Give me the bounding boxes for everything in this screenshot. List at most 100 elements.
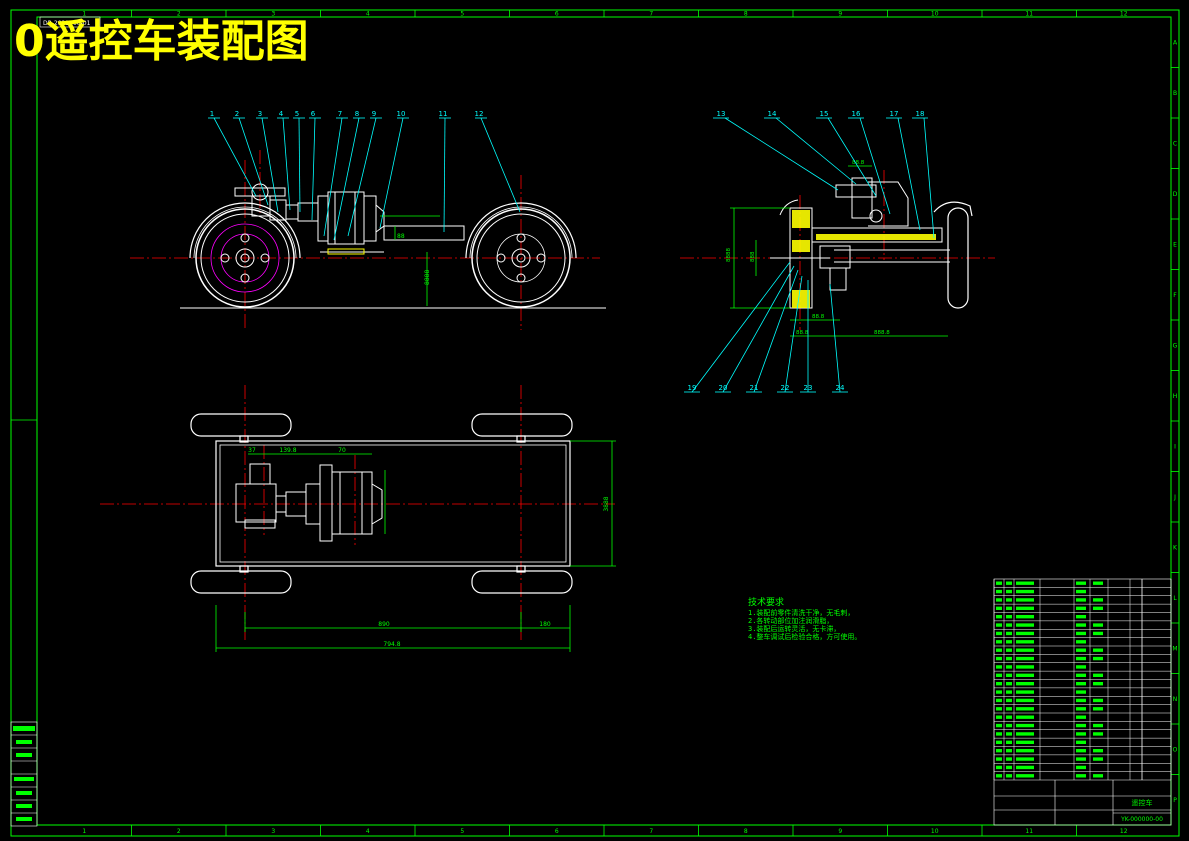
bom-cell — [1093, 606, 1103, 610]
bom-cell — [1016, 631, 1034, 636]
grid-column-label: 1 — [82, 828, 86, 835]
bom-cell — [1006, 606, 1012, 610]
dimension-label: 70 — [338, 447, 346, 454]
grid-column-labels: 112233445566778899101011111212 — [82, 10, 1128, 836]
bom-cell — [1093, 732, 1103, 736]
bom-cell — [1016, 581, 1034, 585]
grid-column-label: 8 — [744, 828, 748, 835]
bom-cell — [1076, 690, 1086, 694]
bom-cell — [1016, 673, 1034, 677]
bom-cell — [1076, 723, 1086, 728]
bom-cell — [1016, 732, 1034, 736]
bom-cell — [1076, 682, 1086, 686]
bom-cell — [1016, 656, 1034, 661]
bom-cell — [996, 765, 1002, 770]
bom-cell — [1076, 615, 1086, 619]
bom-cell — [1093, 682, 1103, 686]
bom-cell — [996, 740, 1002, 744]
grid-row-label: K — [1173, 544, 1178, 551]
bom-cell — [996, 623, 1002, 627]
grid-column-label: 7 — [649, 11, 653, 18]
bom-cell — [1016, 749, 1034, 753]
grid-column-label: 12 — [1120, 11, 1128, 18]
plan-view: 37 139.8 70 890 180 794.8 3888 — [100, 385, 616, 652]
bom-cell — [996, 749, 1002, 753]
bom-cell — [1076, 707, 1086, 711]
dimension-label: 180 — [539, 621, 551, 628]
part-callout: 8 — [355, 110, 359, 118]
bom-cell — [1016, 715, 1034, 719]
bom-cell — [1093, 774, 1103, 778]
bom-cell — [1016, 598, 1034, 602]
bom-cell — [1006, 673, 1012, 677]
bom-cell — [1016, 707, 1034, 711]
bom-cell — [1006, 589, 1012, 594]
grid-column-label: 5 — [460, 11, 464, 18]
bom-cell — [996, 715, 1002, 719]
page-title: 0遥控车装配图 — [14, 16, 309, 67]
part-callout: 18 — [916, 110, 925, 118]
bom-cell — [1093, 707, 1103, 711]
grid-column-label: 11 — [1025, 828, 1033, 835]
bom-cell — [1076, 774, 1086, 778]
bom-cell — [996, 732, 1002, 736]
grid-column-label: 2 — [177, 828, 181, 835]
part-callout: 5 — [295, 110, 299, 118]
bom-cell — [1093, 723, 1103, 728]
bom-cell — [1016, 740, 1034, 744]
bom-cell — [996, 598, 1002, 602]
grid-row-label: H — [1173, 393, 1178, 400]
bom-cell — [1006, 707, 1012, 711]
part-callout: 10 — [397, 110, 406, 118]
bom-cell — [1006, 732, 1012, 736]
bom-cell — [1006, 581, 1012, 585]
bom-cell — [1006, 631, 1012, 636]
bom-cell — [1016, 757, 1034, 761]
bom-cell — [1016, 615, 1034, 619]
technical-note-line: 3.装配后运转灵活，无卡滞， — [748, 625, 841, 633]
bom-cell — [996, 615, 1002, 619]
part-callout: 15 — [820, 110, 829, 118]
bom-cell — [1076, 732, 1086, 736]
part-callout: 19 — [688, 384, 697, 392]
end-wheel — [933, 201, 973, 309]
part-callout: 16 — [852, 110, 861, 118]
grid-column-label: 4 — [366, 828, 370, 835]
bom-cell — [1093, 581, 1103, 585]
bom-cell — [1076, 698, 1086, 703]
bom-cell — [1076, 640, 1086, 644]
bom-cell — [996, 757, 1002, 761]
bom-cell — [1016, 765, 1034, 770]
bom-cell — [1093, 757, 1103, 761]
bom-cell — [1006, 765, 1012, 770]
drawing-name: 遥控车 — [1132, 798, 1153, 807]
part-callout: 1 — [210, 110, 214, 118]
bom-cell — [1006, 774, 1012, 778]
part-callout: 24 — [836, 384, 845, 392]
bom-cell — [1016, 774, 1034, 778]
bom-cell — [1076, 656, 1086, 661]
grid-row-label: B — [1173, 90, 1177, 97]
grid-row-label: O — [1173, 746, 1178, 753]
end-view: 8888 888 888.8 88.8 88.8 88.8 13 14 15 16 17… — [680, 110, 995, 393]
bom-cell — [1016, 606, 1034, 610]
part-callout: 22 — [781, 384, 790, 392]
part-callout: 9 — [372, 110, 376, 118]
bom-cell — [1016, 682, 1034, 686]
bom-cell — [1016, 698, 1034, 703]
technical-note-line: 4.整车调试后检验合格，方可使用。 — [748, 633, 862, 641]
revision-block — [10, 721, 38, 827]
bom-cell — [996, 656, 1002, 661]
bom-cell — [1006, 665, 1012, 669]
bom-cell — [1076, 757, 1086, 761]
bom-cell — [1076, 715, 1086, 719]
part-callout: 11 — [439, 110, 448, 118]
bom-cell — [1093, 749, 1103, 753]
bom-cell — [996, 673, 1002, 677]
bom-cell — [1006, 623, 1012, 627]
bom-cell — [996, 774, 1002, 778]
grid-row-label: F — [1173, 292, 1177, 299]
part-callout: 17 — [890, 110, 899, 118]
assembly-drawing: 112233445566778899101011111212 ABCDEFGHI… — [10, 9, 1180, 837]
bom-cell — [1006, 740, 1012, 744]
